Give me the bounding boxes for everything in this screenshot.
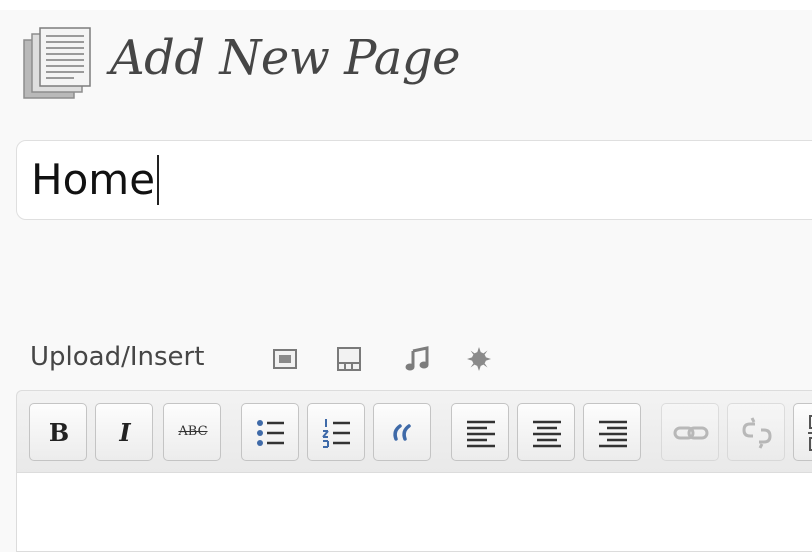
align-center-button[interactable] bbox=[517, 403, 575, 461]
bullet-list-icon bbox=[257, 420, 284, 446]
bold-label: B bbox=[48, 418, 70, 447]
page-title-input[interactable]: Home bbox=[16, 140, 812, 220]
bold-button[interactable]: B bbox=[29, 403, 87, 461]
align-right-icon bbox=[599, 420, 627, 448]
align-left-button[interactable] bbox=[451, 403, 509, 461]
content-editor[interactable] bbox=[16, 472, 812, 552]
numbered-list-icon bbox=[322, 419, 350, 448]
italic-button[interactable]: I bbox=[95, 403, 153, 461]
upload-insert-label: Upload/Insert bbox=[30, 342, 205, 372]
top-strip bbox=[0, 0, 812, 10]
align-left-icon bbox=[467, 420, 495, 448]
bullet-list-button[interactable] bbox=[241, 403, 299, 461]
strikethrough-label: ABC bbox=[178, 424, 208, 439]
add-video-icon[interactable] bbox=[336, 346, 362, 372]
editor-toolbar: B I ABC bbox=[16, 390, 812, 472]
more-tag-icon bbox=[808, 415, 812, 451]
text-caret bbox=[157, 155, 160, 205]
pages-icon bbox=[22, 26, 94, 102]
page-title-input-value: Home bbox=[31, 155, 156, 204]
numbered-list-button[interactable] bbox=[307, 403, 365, 461]
blockquote-button[interactable] bbox=[373, 403, 431, 461]
add-audio-icon[interactable] bbox=[404, 346, 430, 372]
align-right-button[interactable] bbox=[583, 403, 641, 461]
italic-label: I bbox=[119, 418, 131, 447]
link-icon bbox=[673, 426, 709, 440]
strikethrough-button[interactable]: ABC bbox=[163, 403, 221, 461]
insert-link-button[interactable] bbox=[661, 403, 719, 461]
add-media-icon[interactable] bbox=[466, 346, 492, 372]
align-center-icon bbox=[533, 420, 561, 448]
blockquote-icon bbox=[393, 424, 411, 441]
unlink-icon bbox=[742, 417, 772, 449]
unlink-button[interactable] bbox=[727, 403, 785, 461]
add-image-icon[interactable] bbox=[272, 346, 298, 372]
more-button[interactable] bbox=[793, 403, 812, 461]
page-title: Add New Page bbox=[110, 30, 461, 86]
